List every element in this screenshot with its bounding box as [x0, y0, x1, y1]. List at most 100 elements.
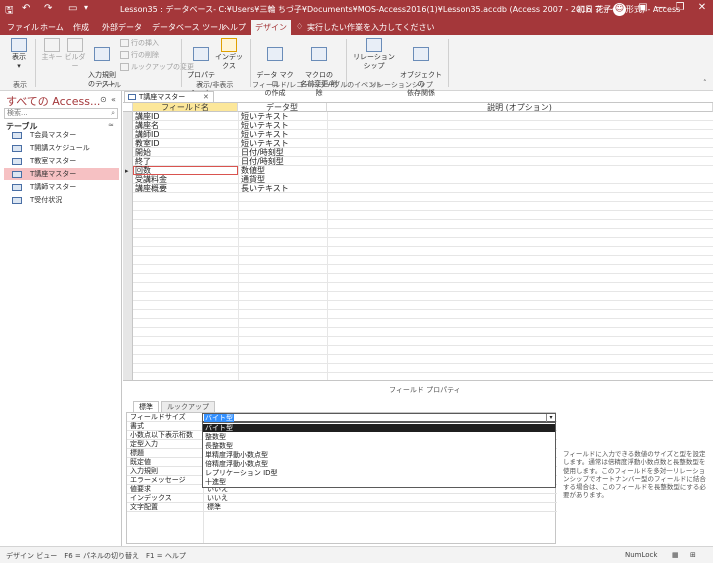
table-row[interactable]: 教室ID 短いテキスト: [133, 139, 713, 148]
primary-key-button[interactable]: 主キー: [40, 38, 64, 62]
table-row[interactable]: [133, 346, 713, 355]
table-row[interactable]: 講座概要 長いテキスト: [133, 184, 713, 193]
data-type-cell[interactable]: 日付/時刻型: [241, 157, 284, 166]
data-type-cell[interactable]: 短いテキスト: [241, 112, 289, 121]
table-row[interactable]: 開始 日付/時刻型: [133, 148, 713, 157]
table-row[interactable]: [133, 364, 713, 373]
view-button[interactable]: 表示 ▾: [6, 38, 32, 71]
field-name-cell[interactable]: 終了: [135, 157, 151, 166]
data-type-cell[interactable]: 日付/時刻型: [241, 148, 284, 157]
table-row[interactable]: [133, 265, 713, 274]
nav-item-classrooms[interactable]: T教室マスター: [4, 155, 119, 167]
close-tab-icon[interactable]: ✕: [203, 92, 209, 102]
table-row[interactable]: 講座ID 短いテキスト: [133, 112, 713, 121]
nav-search-input[interactable]: 検索... ⌕: [4, 108, 118, 119]
table-row[interactable]: [133, 337, 713, 346]
redo-icon[interactable]: ↷: [44, 3, 52, 14]
user-name[interactable]: 初日 花子: [577, 4, 612, 15]
table-row[interactable]: [133, 256, 713, 265]
close-icon[interactable]: ✕: [692, 2, 712, 13]
dropdown-option[interactable]: レプリケーション ID型: [203, 469, 555, 477]
nav-header[interactable]: すべての Access...: [6, 93, 100, 109]
customize-toolbar-icon[interactable]: ▾: [84, 3, 88, 12]
table-row[interactable]: [133, 310, 713, 319]
datasheet-view-icon[interactable]: ▦: [672, 551, 679, 559]
tab-file[interactable]: ファイル: [7, 22, 39, 33]
open-icon[interactable]: ▭: [68, 3, 77, 14]
nav-item-reception[interactable]: T受付状況: [4, 194, 119, 206]
table-row[interactable]: [133, 193, 713, 202]
ribbon-display-icon[interactable]: ▣: [633, 2, 653, 13]
undo-icon[interactable]: ↶: [22, 3, 30, 14]
delete-rows-button[interactable]: 行の削除: [120, 51, 159, 60]
insert-rows-button[interactable]: 行の挿入: [120, 39, 159, 48]
data-type-cell[interactable]: 通貨型: [241, 175, 265, 184]
data-type-cell[interactable]: 短いテキスト: [241, 121, 289, 130]
field-name-cell[interactable]: 講座名: [135, 121, 159, 130]
table-row[interactable]: [133, 355, 713, 364]
property-row[interactable]: 文字配置 標準: [127, 503, 557, 512]
field-name-cell[interactable]: 回数: [135, 166, 151, 175]
collapse-group-icon[interactable]: ≈: [108, 121, 114, 129]
field-name-cell[interactable]: 講師ID: [135, 130, 160, 139]
minimize-icon[interactable]: —: [651, 2, 671, 13]
save-icon[interactable]: 🖫: [5, 3, 14, 20]
dropdown-option[interactable]: 整数型: [203, 433, 555, 441]
table-row[interactable]: 講師ID 短いテキスト: [133, 130, 713, 139]
indexes-button[interactable]: インデックス: [214, 38, 244, 71]
collapse-ribbon-icon[interactable]: ˄: [703, 79, 707, 87]
table-row[interactable]: [133, 211, 713, 220]
table-row[interactable]: [133, 328, 713, 337]
table-row[interactable]: 受講料金 通貨型: [133, 175, 713, 184]
restore-icon[interactable]: ❐: [670, 2, 690, 13]
dropdown-option[interactable]: 長整数型: [203, 442, 555, 450]
field-name-cell[interactable]: 教室ID: [135, 139, 160, 148]
tab-external-data[interactable]: 外部データ: [102, 22, 142, 33]
field-name-cell[interactable]: 講座ID: [135, 112, 160, 121]
modify-lookups-button[interactable]: ルックアップの変更: [120, 63, 194, 72]
design-view-icon[interactable]: ⊞: [690, 551, 696, 559]
nav-item-members[interactable]: T会員マスター: [4, 129, 119, 141]
tab-create[interactable]: 作成: [73, 22, 89, 33]
tab-lookup[interactable]: ルックアップ: [161, 401, 215, 412]
tab-home[interactable]: ホーム: [40, 22, 64, 33]
data-type-cell[interactable]: 短いテキスト: [241, 130, 289, 139]
data-type-cell[interactable]: 短いテキスト: [241, 139, 289, 148]
table-row[interactable]: [133, 229, 713, 238]
table-row[interactable]: [133, 238, 713, 247]
data-type-cell[interactable]: 数値型: [241, 166, 265, 175]
tab-general[interactable]: 標準: [133, 401, 159, 412]
builder-button[interactable]: ビルダー: [63, 38, 87, 71]
dropdown-option[interactable]: 十進型: [203, 478, 555, 486]
field-name-cell[interactable]: 講座概要: [135, 184, 167, 193]
tab-database-tools[interactable]: データベース ツール: [152, 22, 226, 33]
table-row[interactable]: [133, 283, 713, 292]
field-name-cell[interactable]: 開始: [135, 148, 151, 157]
data-type-cell[interactable]: 長いテキスト: [241, 184, 289, 193]
table-row[interactable]: [133, 202, 713, 211]
tab-design[interactable]: デザイン: [251, 20, 291, 35]
avatar[interactable]: ☺: [613, 3, 626, 16]
nav-item-courses[interactable]: T講座マスター: [4, 168, 119, 180]
property-value[interactable]: いいえ: [207, 494, 228, 503]
field-name-cell[interactable]: 受講料金: [135, 175, 167, 184]
table-row[interactable]: 終了 日付/時刻型: [133, 157, 713, 166]
table-row[interactable]: [133, 319, 713, 328]
relationships-button[interactable]: リレーションシップ: [350, 38, 398, 71]
dropdown-option[interactable]: 単精度浮動小数点型: [203, 451, 555, 459]
nav-item-schedule[interactable]: T開講スケジュール: [4, 142, 119, 154]
table-row[interactable]: [133, 292, 713, 301]
chevron-down-icon[interactable]: ▾: [546, 414, 555, 422]
field-size-dropdown[interactable]: バイト型 ▾: [202, 413, 556, 422]
table-row[interactable]: [133, 274, 713, 283]
dropdown-option[interactable]: バイト型: [203, 424, 555, 432]
nav-item-instructors[interactable]: T講師マスター: [4, 181, 119, 193]
nav-menu-icon[interactable]: ⊙: [100, 95, 107, 104]
table-row[interactable]: [133, 301, 713, 310]
tell-me-search[interactable]: 実行したい作業を入力してください: [307, 22, 435, 33]
tab-help[interactable]: ヘルプ: [222, 22, 246, 33]
dropdown-option[interactable]: 倍精度浮動小数点型: [203, 460, 555, 468]
table-row[interactable]: [133, 220, 713, 229]
property-value[interactable]: 標準: [207, 503, 221, 512]
table-row[interactable]: 回数 数値型: [133, 166, 265, 175]
